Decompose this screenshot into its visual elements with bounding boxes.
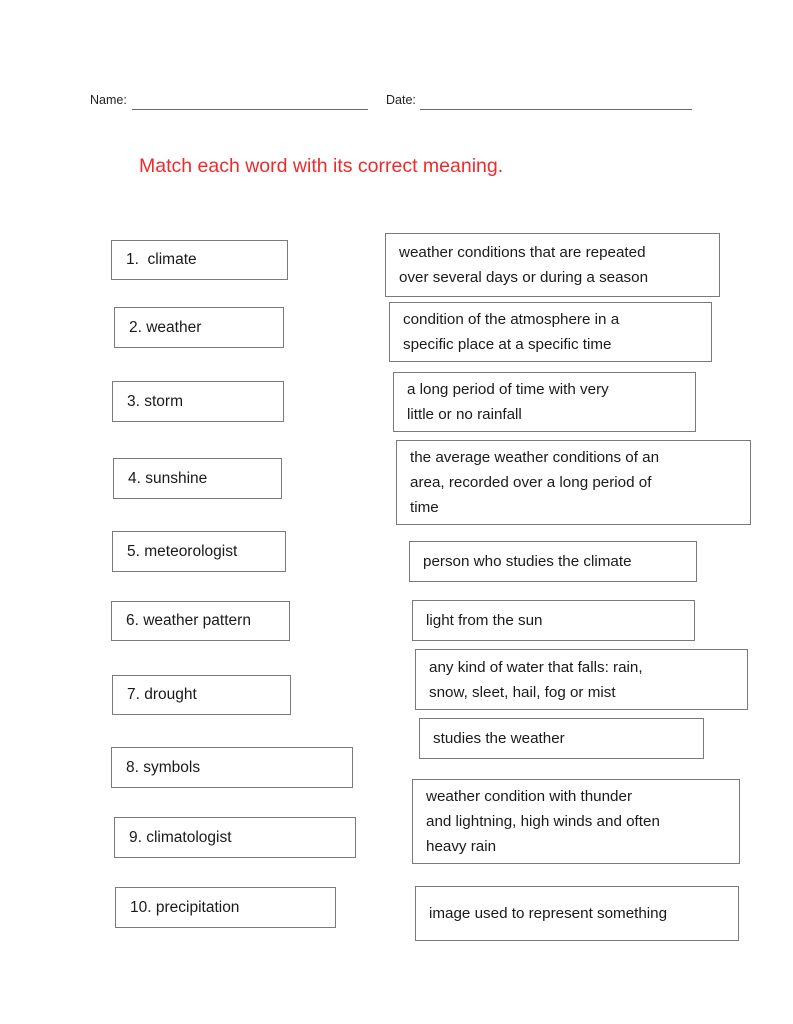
definition-box-10[interactable]: image used to represent something [415, 886, 739, 941]
date-label: Date: [386, 93, 416, 107]
word-box-4[interactable]: 4. sunshine [113, 458, 282, 499]
definition-box-8[interactable]: studies the weather [419, 718, 704, 759]
definition-text: light from the sun [426, 612, 543, 629]
date-input-line[interactable] [420, 109, 692, 110]
word-box-5[interactable]: 5. meteorologist [112, 531, 286, 572]
word-label: 1. climate [126, 251, 197, 268]
worksheet-page: Name: Date: Match each word with its cor… [0, 0, 793, 1024]
student-info-line: Name: Date: [0, 91, 793, 115]
definition-text: weather condition with thunder and light… [426, 788, 660, 855]
definition-box-5[interactable]: person who studies the climate [409, 541, 697, 582]
definition-text: weather conditions that are repeated ove… [399, 244, 649, 286]
definition-text: a long period of time with very little o… [407, 381, 609, 423]
definition-box-4[interactable]: the average weather conditions of an are… [396, 440, 751, 525]
definition-box-2[interactable]: condition of the atmosphere in a specifi… [389, 302, 712, 362]
definition-text: the average weather conditions of an are… [410, 449, 660, 516]
word-label: 2. weather [129, 318, 202, 336]
word-box-1[interactable]: 1. climate [111, 240, 288, 280]
word-box-2[interactable]: 2. weather [114, 307, 284, 348]
word-box-8[interactable]: 8. symbols [111, 747, 353, 788]
name-label: Name: [90, 93, 127, 107]
definition-box-7[interactable]: any kind of water that falls: rain, snow… [415, 649, 748, 710]
word-box-7[interactable]: 7. drought [112, 675, 291, 715]
word-label: 8. symbols [126, 758, 201, 776]
word-label: 4. sunshine [128, 469, 208, 487]
word-label: 9. climatologist [129, 828, 232, 846]
word-label: 7. drought [127, 686, 197, 703]
definition-text: image used to represent something [429, 905, 668, 922]
definition-box-6[interactable]: light from the sun [412, 600, 695, 641]
word-box-10[interactable]: 10. precipitation [115, 887, 336, 928]
definition-text: any kind of water that falls: rain, snow… [429, 658, 643, 701]
definition-box-9[interactable]: weather condition with thunder and light… [412, 779, 740, 864]
word-box-6[interactable]: 6. weather pattern [111, 601, 290, 641]
word-box-3[interactable]: 3. storm [112, 381, 284, 422]
definition-box-3[interactable]: a long period of time with very little o… [393, 372, 696, 432]
word-label: 10. precipitation [130, 898, 240, 916]
definition-box-1[interactable]: weather conditions that are repeated ove… [385, 233, 720, 297]
word-label: 6. weather pattern [126, 612, 251, 629]
word-box-9[interactable]: 9. climatologist [114, 817, 356, 858]
instruction-text: Match each word with its correct meaning… [139, 155, 504, 177]
word-label: 3. storm [127, 392, 183, 410]
word-label: 5. meteorologist [127, 542, 238, 560]
definition-text: person who studies the climate [423, 553, 632, 570]
definition-text: studies the weather [433, 730, 565, 747]
name-input-line[interactable] [132, 109, 368, 110]
definition-text: condition of the atmosphere in a specifi… [403, 311, 620, 353]
